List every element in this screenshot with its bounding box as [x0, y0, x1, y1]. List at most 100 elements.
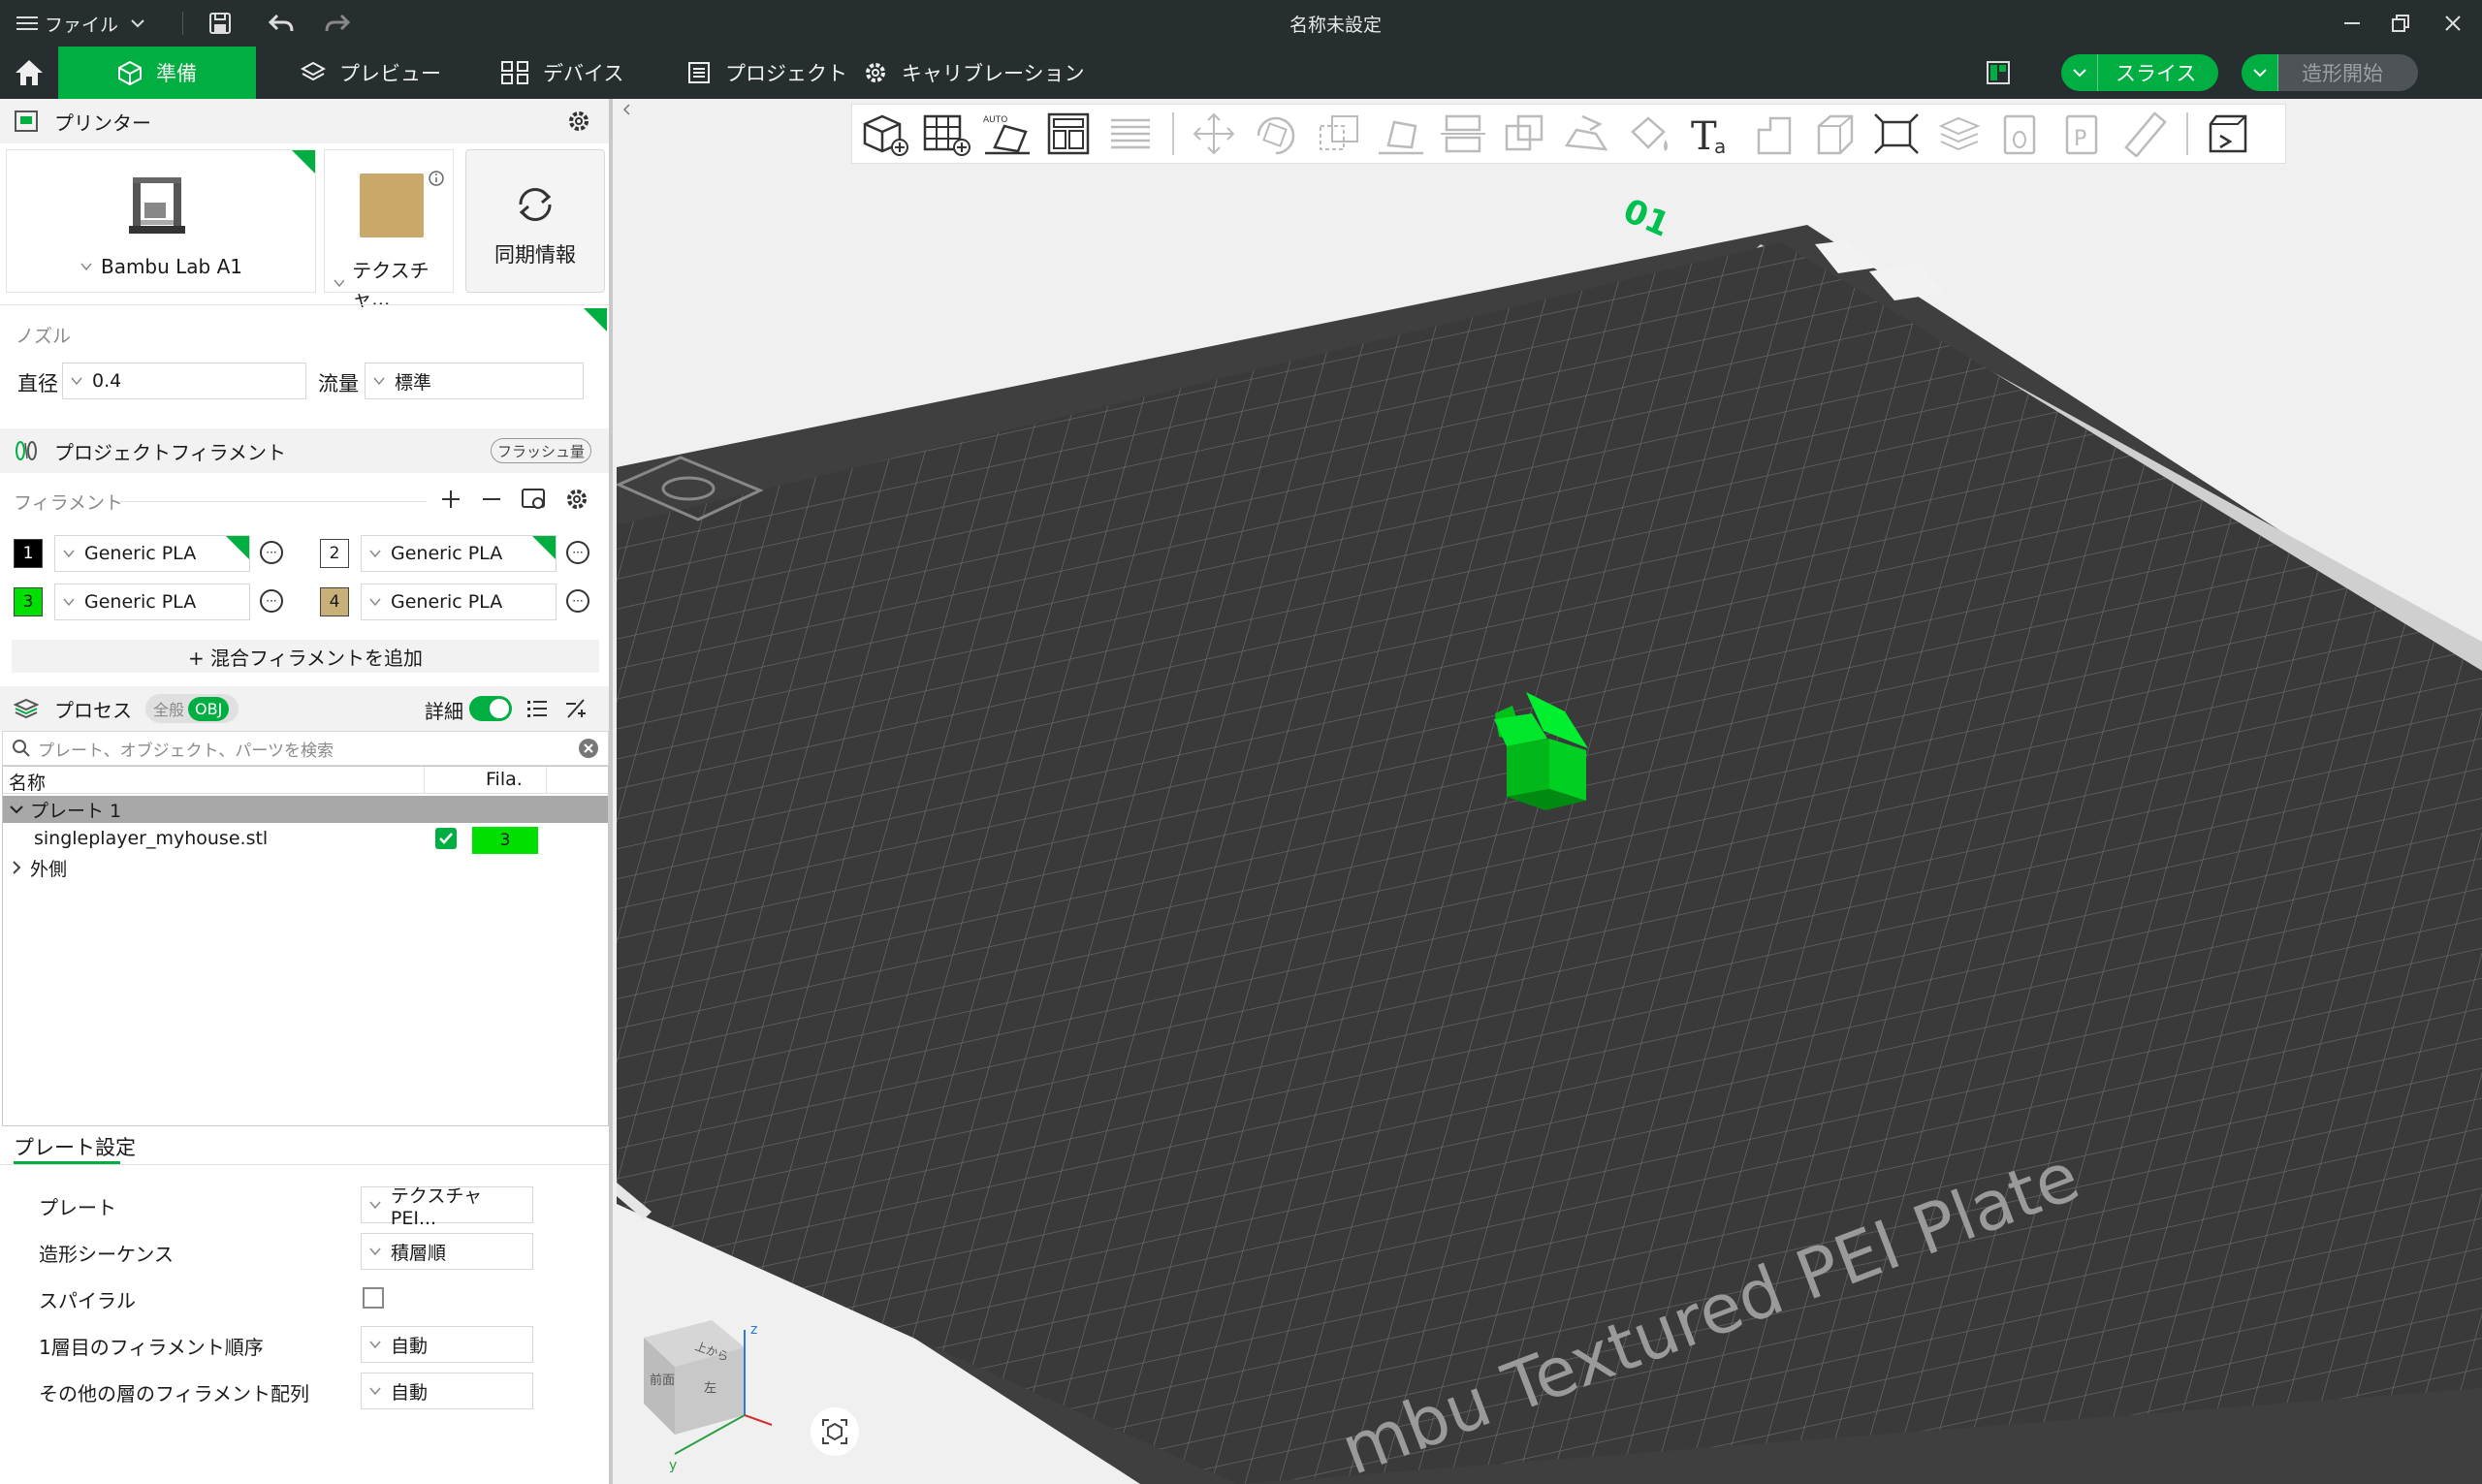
filament-edit-button[interactable]: ··· [566, 541, 589, 564]
printer-selector[interactable]: Bambu Lab A1 [6, 149, 316, 293]
tab-preview[interactable]: プレビュー [281, 47, 461, 99]
filament-color-swatch[interactable]: 1 [14, 539, 43, 568]
nozzle-flow-select[interactable]: 標準 [365, 363, 584, 399]
object-tree-row[interactable]: singleplayer_myhouse.stl 3 [3, 825, 608, 854]
sync-button[interactable]: 同期情報 [465, 149, 605, 293]
boolean-tool-button[interactable] [1494, 104, 1556, 164]
support-paint-icon [1564, 114, 1608, 151]
redo-button[interactable] [324, 0, 351, 47]
print-sequence-select[interactable]: 積層順 [361, 1233, 533, 1270]
auto-orient-button[interactable]: AUTO [976, 104, 1038, 164]
slice-button[interactable]: スライス [2061, 54, 2218, 91]
object-visible-checkbox[interactable] [435, 828, 457, 849]
sync-label: 同期情報 [494, 243, 576, 267]
printer-settings-button[interactable] [566, 109, 591, 134]
filament-edit-button[interactable]: ··· [260, 589, 283, 613]
restore-button[interactable] [2389, 0, 2412, 47]
column-header-name[interactable]: 名称 [9, 769, 46, 795]
filament-edit-button[interactable]: ··· [566, 589, 589, 613]
print-options-dropdown[interactable] [2242, 54, 2278, 91]
add-object-button[interactable] [852, 104, 914, 164]
filament-color-swatch[interactable]: 3 [14, 587, 43, 616]
svg-text:P: P [2074, 127, 2086, 151]
flush-volume-button[interactable]: フラッシュ量 [491, 438, 592, 463]
measure-tool-button[interactable] [2115, 104, 2177, 164]
scale-tool-button[interactable] [1308, 104, 1370, 164]
object-filament-badge[interactable]: 3 [472, 827, 538, 854]
nozzle-diameter-label: 直径 [17, 372, 58, 395]
part-button[interactable] [1990, 104, 2052, 164]
measure-height-button[interactable] [1742, 104, 1804, 164]
plate-tree-row[interactable]: プレート 1 [3, 796, 608, 823]
plate-type-selector[interactable]: テクスチャ... [324, 149, 454, 310]
tab-plate-settings[interactable]: プレート設定 [14, 1132, 136, 1161]
file-menu-dropdown[interactable] [128, 0, 147, 47]
filament-select[interactable]: Generic PLA [54, 535, 250, 572]
detail-toggle[interactable] [469, 696, 512, 721]
process-scope-toggle[interactable]: 全般 OBJ [145, 694, 239, 723]
tab-device[interactable]: デバイス [481, 47, 643, 99]
support-paint-button[interactable] [1556, 104, 1618, 164]
slice-label: スライス [2116, 62, 2197, 85]
filament-select[interactable]: Generic PLA [361, 584, 557, 620]
toggle-global-label: 全般 [153, 701, 185, 719]
column-header-filament[interactable]: Fila. [486, 769, 523, 790]
add-filament-button[interactable] [438, 487, 463, 512]
spiral-checkbox[interactable] [363, 1287, 384, 1309]
seam-paint-button[interactable] [1804, 104, 1866, 164]
filament-color-swatch[interactable]: 2 [320, 539, 349, 568]
fit-view-button[interactable] [1866, 104, 1928, 164]
filament-select[interactable]: Generic PLA [361, 535, 557, 572]
slice-options-dropdown[interactable] [2061, 54, 2098, 91]
move-tool-button[interactable] [1184, 104, 1246, 164]
undo-button[interactable] [268, 0, 295, 47]
rotate-tool-button[interactable] [1246, 104, 1308, 164]
clear-search-icon[interactable] [577, 737, 600, 760]
plate-texture-image [360, 174, 424, 237]
profile-button[interactable]: P [2052, 104, 2115, 164]
object-search-box[interactable]: プレート、オブジェクト、パーツを検索 [2, 731, 609, 766]
layers-view-button[interactable] [1100, 104, 1162, 164]
filament-name: Generic PLA [391, 543, 503, 564]
reset-view-button[interactable] [811, 1407, 859, 1456]
minimize-button[interactable] [2340, 0, 2364, 47]
filament-settings-button[interactable] [564, 487, 589, 512]
build-plate-scene: 01 mbu Textured PEI Plate [617, 191, 2482, 1484]
variable-layer-button[interactable] [1928, 104, 1990, 164]
add-mixed-filament-button[interactable]: + 混合フィラメントを追加 [12, 640, 599, 673]
process-compare-button[interactable] [564, 696, 588, 721]
filament-select[interactable]: Generic PLA [54, 584, 250, 620]
other-layers-order-select[interactable]: 自動 [361, 1373, 533, 1409]
home-button[interactable] [0, 47, 58, 99]
plate-number: 01 [1617, 191, 1674, 244]
tab-prepare[interactable]: 準備 [58, 47, 256, 99]
close-window-button[interactable] [2441, 0, 2465, 47]
tab-project[interactable]: プロジェクト [667, 47, 867, 99]
filament-color-swatch[interactable]: 4 [320, 587, 349, 616]
layout-toggle-button[interactable] [1986, 60, 2011, 85]
remove-filament-button[interactable] [479, 487, 504, 512]
lay-on-face-button[interactable] [1370, 104, 1432, 164]
3d-viewport[interactable]: 01 mbu Textured PEI Plate 上から 前面 左 z y [617, 99, 2482, 1484]
add-plate-button[interactable] [914, 104, 976, 164]
outer-tree-row[interactable]: 外側 [3, 854, 608, 881]
plate-type-select[interactable]: テクスチャ PEI... [361, 1185, 533, 1229]
tab-calibration[interactable]: キャリブレーション [843, 47, 1104, 99]
first-layer-order-select[interactable]: 自動 [361, 1326, 533, 1363]
print-button[interactable]: 造形開始 [2242, 54, 2418, 91]
save-button[interactable] [207, 0, 233, 47]
info-icon[interactable] [428, 170, 445, 187]
collapse-sidebar-button[interactable] [620, 103, 634, 116]
view-cube[interactable]: 上から 前面 左 z y [636, 1310, 791, 1475]
chevron-down-icon [2072, 69, 2086, 78]
text-tool-button[interactable]: Ta [1680, 104, 1742, 164]
filament-edit-button[interactable]: ··· [260, 541, 283, 564]
color-paint-button[interactable] [1618, 104, 1680, 164]
cut-tool-button[interactable] [1432, 104, 1494, 164]
nozzle-diameter-select[interactable]: 0.4 [62, 363, 306, 399]
process-list-button[interactable] [525, 698, 549, 719]
main-menu-button[interactable]: ファイル [16, 0, 118, 47]
assembly-view-button[interactable] [2198, 104, 2260, 164]
arrange-button[interactable] [1038, 104, 1100, 164]
filament-sync-button[interactable] [520, 487, 547, 512]
